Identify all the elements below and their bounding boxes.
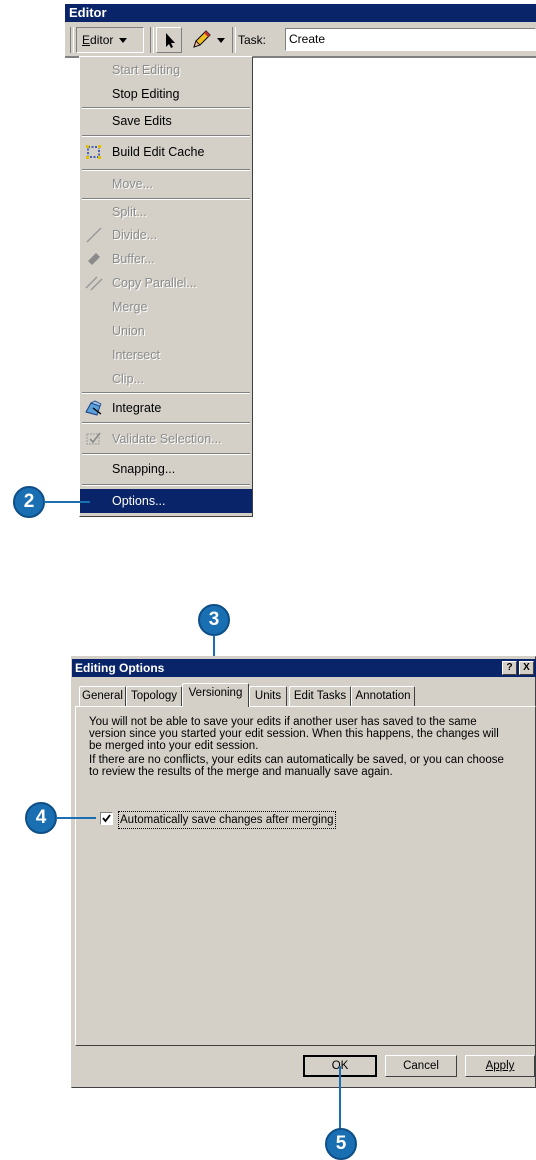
menu-item-save-edits[interactable]: Save Edits bbox=[80, 109, 252, 133]
menu-item-union[interactable]: Union bbox=[80, 319, 252, 343]
menu-item-validate-selection[interactable]: Validate Selection... bbox=[80, 427, 252, 451]
text-line: be merged into your edit session. bbox=[89, 740, 259, 752]
menu-item-label: Build Edit Cache bbox=[112, 145, 205, 159]
callout-step-5: 5 bbox=[325, 1128, 357, 1160]
callout-line bbox=[339, 1066, 341, 1130]
menu-item-clip[interactable]: Clip... bbox=[80, 367, 252, 391]
pencil-icon bbox=[193, 30, 225, 48]
menu-item-copy-parallel[interactable]: Copy Parallel... bbox=[80, 271, 252, 295]
tab-versioning[interactable]: Versioning bbox=[182, 683, 249, 707]
close-button[interactable]: X bbox=[519, 661, 534, 675]
menu-item-label: Buffer... bbox=[112, 252, 155, 266]
editor-menu-mnemonic: E bbox=[82, 33, 91, 47]
sketch-tool-button[interactable] bbox=[186, 27, 230, 53]
validate-icon bbox=[86, 432, 101, 445]
tab-general[interactable]: General bbox=[79, 686, 126, 706]
autosave-checkbox-label[interactable]: Automatically save changes after merging bbox=[118, 811, 336, 829]
checkmark-icon bbox=[102, 814, 111, 823]
menu-item-label: Divide... bbox=[112, 228, 158, 242]
menu-separator bbox=[82, 392, 250, 394]
menu-item-split[interactable]: Split... bbox=[80, 200, 252, 224]
toolbar-separator bbox=[150, 27, 154, 53]
autosave-checkbox[interactable] bbox=[100, 812, 113, 825]
callout-step-3: 3 bbox=[198, 604, 230, 636]
editor-menu-button[interactable]: Editor bbox=[76, 27, 144, 53]
menu-item-move[interactable]: Move... bbox=[80, 172, 252, 196]
menu-item-label: Copy Parallel... bbox=[112, 276, 197, 290]
menu-item-snapping[interactable]: Snapping... bbox=[80, 457, 252, 481]
integrate-icon bbox=[85, 400, 102, 416]
apply-button[interactable]: Apply bbox=[465, 1055, 535, 1077]
chevron-down-icon bbox=[119, 38, 128, 44]
tab-units[interactable]: Units bbox=[249, 686, 287, 706]
editor-toolbar-title[interactable]: Editor bbox=[65, 4, 536, 22]
task-dropdown[interactable]: Create bbox=[285, 28, 536, 51]
arrow-pointer-icon bbox=[166, 33, 175, 48]
menu-item-label: Integrate bbox=[112, 401, 162, 415]
task-label: Task: bbox=[238, 33, 267, 47]
editor-menu-rest: ditor bbox=[90, 33, 114, 47]
menu-separator bbox=[82, 484, 250, 486]
toolbar-separator bbox=[232, 27, 236, 53]
text-line: If there are no conflicts, your edits ca… bbox=[89, 754, 504, 766]
menu-item-build-edit-cache[interactable]: Build Edit Cache bbox=[80, 140, 252, 164]
edit-cache-icon bbox=[86, 145, 101, 159]
menu-separator bbox=[82, 135, 250, 137]
menu-separator bbox=[82, 169, 250, 171]
callout-step-4: 4 bbox=[25, 802, 57, 834]
callout-line bbox=[56, 817, 96, 819]
cancel-button[interactable]: Cancel bbox=[385, 1055, 457, 1077]
menu-item-options[interactable]: Options... bbox=[80, 489, 252, 513]
copy-parallel-icon bbox=[85, 276, 103, 291]
tab-annotation[interactable]: Annotation bbox=[351, 686, 415, 706]
help-button[interactable]: ? bbox=[502, 661, 517, 675]
menu-item-label: Validate Selection... bbox=[112, 432, 222, 446]
text-line: to review the results of the merge and m… bbox=[89, 766, 393, 778]
toolbar-grip[interactable] bbox=[70, 27, 74, 53]
menu-item-stop-editing[interactable]: Stop Editing bbox=[80, 82, 252, 106]
callout-step-2: 2 bbox=[13, 486, 45, 518]
text-line: You will not be able to save your edits … bbox=[89, 716, 477, 728]
edit-tool-button[interactable] bbox=[156, 27, 182, 53]
conflict-description: You will not be able to save your edits … bbox=[89, 716, 519, 752]
autosave-description: If there are no conflicts, your edits ca… bbox=[89, 754, 519, 778]
menu-separator bbox=[82, 422, 250, 424]
menu-item-start-editing[interactable]: Start Editing bbox=[80, 58, 252, 82]
divide-icon bbox=[86, 227, 102, 243]
callout-line bbox=[44, 501, 90, 503]
buffer-icon bbox=[88, 253, 100, 265]
menu-item-buffer[interactable]: Buffer... bbox=[80, 247, 252, 271]
menu-item-intersect[interactable]: Intersect bbox=[80, 343, 252, 367]
dialog-title-bar[interactable]: Editing Options bbox=[72, 659, 536, 677]
menu-item-divide[interactable]: Divide... bbox=[80, 223, 252, 247]
menu-item-integrate[interactable]: Integrate bbox=[80, 396, 252, 420]
menu-item-merge[interactable]: Merge bbox=[80, 295, 252, 319]
menu-separator bbox=[82, 453, 250, 455]
text-line: version since you started your edit sess… bbox=[89, 728, 499, 740]
tab-edit-tasks[interactable]: Edit Tasks bbox=[289, 686, 351, 706]
tab-topology[interactable]: Topology bbox=[126, 686, 182, 706]
